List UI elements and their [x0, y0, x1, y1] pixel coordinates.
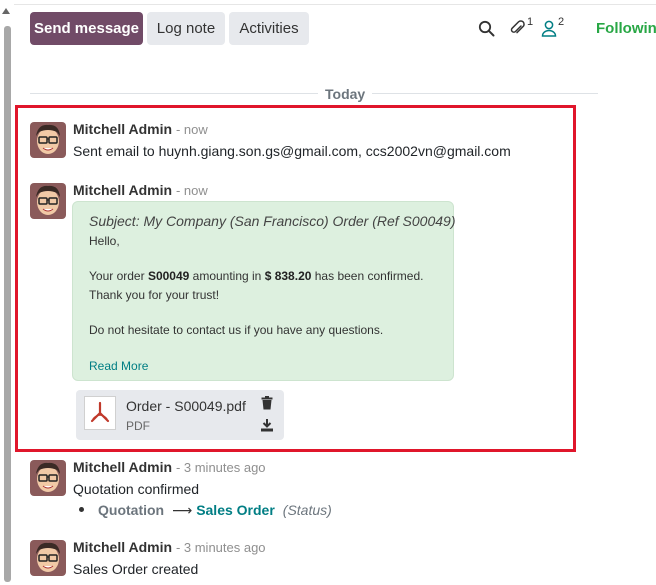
day-separator: Today	[318, 86, 373, 102]
log-note-button[interactable]: Log note	[147, 12, 225, 45]
message-body: Sent email to huynh.giang.son.gs@gmail.c…	[73, 143, 511, 159]
scroll-up-arrow-icon[interactable]	[2, 8, 10, 14]
download-icon[interactable]	[260, 418, 274, 432]
following-button[interactable]: Following	[596, 20, 656, 37]
message-author[interactable]: Mitchell Admin - now	[73, 121, 208, 137]
email-thanks: Thank you for your trust!	[89, 288, 220, 302]
bullet-icon	[79, 506, 84, 512]
day-divider-line	[30, 93, 598, 94]
email-contact: Do not hesitate to contact us if you hav…	[89, 323, 384, 337]
scrollbar[interactable]	[0, 0, 14, 585]
message-date: - now	[175, 183, 208, 198]
pdf-file-icon	[84, 396, 116, 430]
read-more-link[interactable]: Read More	[89, 359, 148, 373]
order-ref: S00049	[147, 269, 190, 283]
followers-count: 2	[558, 16, 565, 28]
message-date: - now	[175, 122, 208, 137]
email-order-line: Your order S00049 amounting in $ 838.20 …	[89, 269, 424, 283]
paperclip-icon[interactable]	[509, 19, 525, 37]
top-divider	[14, 4, 656, 5]
email-subject: Subject: My Company (San Francisco) Orde…	[89, 213, 456, 229]
message-body: Sales Order created	[73, 561, 199, 577]
search-icon[interactable]	[478, 20, 495, 37]
attachment-card[interactable]: Order - S00049.pdf PDF	[76, 390, 284, 440]
tracking-old-value: Quotation	[98, 502, 165, 518]
email-greeting: Hello,	[89, 234, 120, 248]
attachment-type: PDF	[126, 419, 150, 433]
attachments-count: 1	[527, 16, 534, 28]
tracking-value: Quotation ⟶ Sales Order (Status)	[79, 502, 332, 519]
avatar[interactable]	[30, 183, 66, 219]
avatar[interactable]	[30, 540, 66, 576]
activities-button[interactable]: Activities	[229, 12, 309, 45]
send-message-button[interactable]: Send message	[30, 12, 143, 45]
message-body: Quotation confirmed	[73, 481, 200, 497]
arrow-right-icon: ⟶	[172, 502, 193, 518]
attachment-name[interactable]: Order - S00049.pdf	[126, 398, 246, 414]
order-amount: $ 838.20	[264, 269, 312, 283]
message-author[interactable]: Mitchell Admin - now	[73, 182, 208, 198]
avatar[interactable]	[30, 122, 66, 158]
message-date: - 3 minutes ago	[175, 540, 266, 555]
tracking-field: (Status)	[282, 502, 332, 518]
followers-icon[interactable]	[541, 20, 557, 37]
message-author[interactable]: Mitchell Admin - 3 minutes ago	[73, 459, 266, 475]
avatar[interactable]	[30, 460, 66, 496]
trash-icon[interactable]	[261, 396, 273, 410]
message-author[interactable]: Mitchell Admin - 3 minutes ago	[73, 539, 266, 555]
email-bubble: Subject: My Company (San Francisco) Orde…	[72, 201, 456, 381]
tracking-new-value: Sales Order	[196, 502, 275, 518]
scroll-thumb[interactable]	[4, 26, 11, 582]
message-date: - 3 minutes ago	[175, 460, 266, 475]
